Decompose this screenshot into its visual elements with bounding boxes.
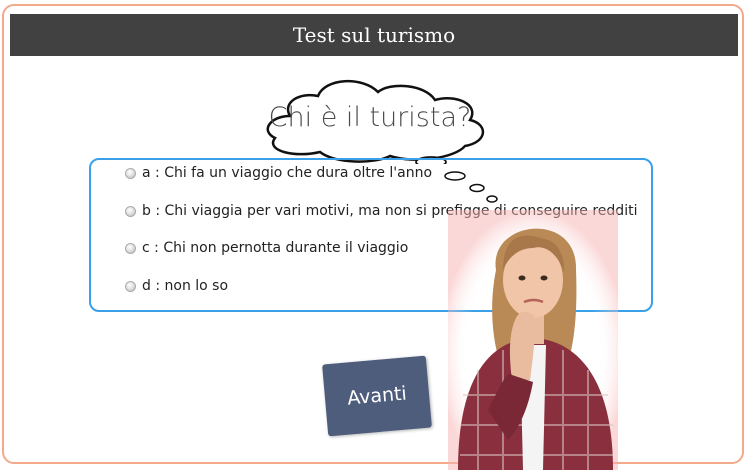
question-text: Chi è il turista? (268, 102, 472, 133)
option-a[interactable]: a : Chi fa un viaggio che dura oltre l'a… (125, 165, 432, 181)
option-c[interactable]: c : Chi non pernotta durante il viaggio (125, 240, 408, 256)
option-label: d : non lo so (142, 278, 229, 294)
next-button[interactable]: Avanti (322, 355, 432, 437)
radio-button[interactable] (125, 242, 136, 254)
option-d[interactable]: d : non lo so (125, 278, 228, 294)
radio-button[interactable] (125, 280, 136, 292)
radio-button[interactable] (125, 205, 136, 217)
page-title: Test sul turismo (292, 23, 456, 47)
option-label: a : Chi fa un viaggio che dura oltre l'a… (142, 165, 433, 181)
thinking-woman-icon (448, 210, 618, 470)
radio-button[interactable] (125, 167, 136, 179)
option-label: c : Chi non pernotta durante il viaggio (142, 240, 409, 256)
title-bar: Test sul turismo (10, 14, 738, 56)
